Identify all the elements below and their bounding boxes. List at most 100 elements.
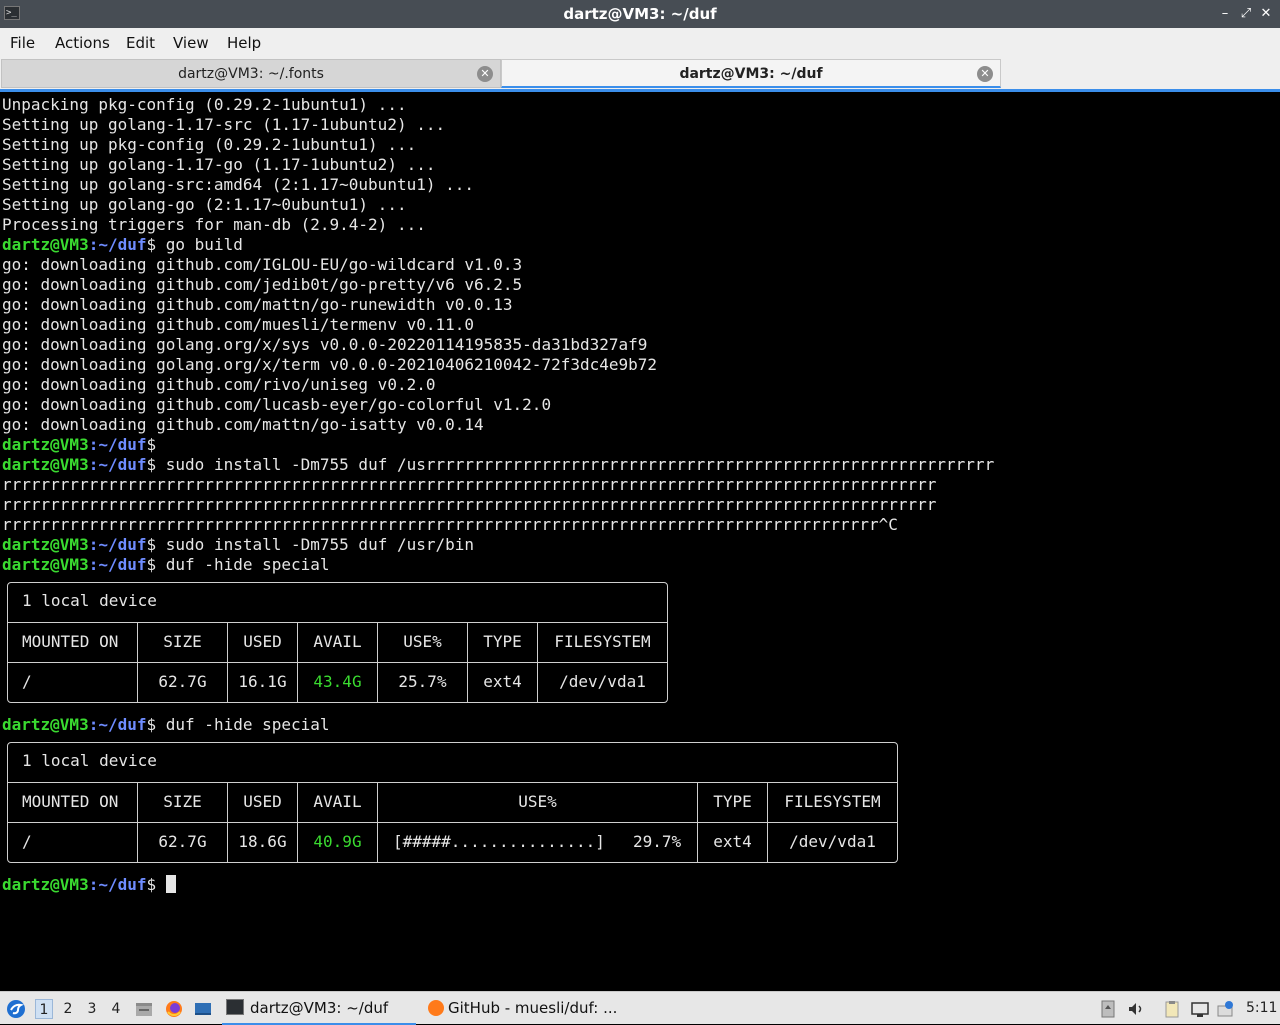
notification-icon[interactable] [1217,1000,1235,1018]
output-line: go: downloading golang.org/x/sys v0.0.0-… [2,335,648,354]
network-icon[interactable] [1191,1000,1209,1018]
close-window-button[interactable]: ✕ [1257,5,1275,23]
cell-avail: 43.4G [313,672,362,691]
output-line: go: downloading github.com/IGLOU-EU/go-w… [2,255,523,274]
prompt-path: :~/duf [88,435,147,454]
cell-used: 18.6G [238,832,287,851]
header-type: TYPE [713,792,752,811]
cell-filesystem: /dev/vda1 [789,832,876,851]
tab-fonts[interactable]: dartz@VM3: ~/.fonts ✕ [1,59,501,88]
clock[interactable]: 5:11 [1246,992,1277,1025]
table-title: 1 local device [22,591,157,610]
header-type: TYPE [483,632,522,651]
cell-size: 62.7G [158,672,207,691]
table-title: 1 local device [22,751,157,770]
prompt-line[interactable]: dartz@VM3:~/duf$ [2,875,176,895]
menu-bar: File Actions Edit View Help [0,28,1280,58]
header-filesystem: FILESYSTEM [554,632,651,651]
header-use-pct: USE% [518,792,557,811]
header-mounted-on: MOUNTED ON [22,792,119,811]
prompt-user: dartz@VM3 [2,535,89,554]
header-mounted-on: MOUNTED ON [22,632,119,651]
header-size: SIZE [163,632,202,651]
desktop-icon[interactable] [194,1000,212,1018]
terminal-view[interactable]: Unpacking pkg-config (0.29.2-1ubuntu1) .… [0,89,1280,991]
duf-table-1: 1 local device MOUNTED ON SIZE USED AVAI… [7,582,668,703]
file-manager-icon[interactable] [135,1000,153,1018]
menu-edit[interactable]: Edit [126,28,155,58]
menu-view[interactable]: View [173,28,209,58]
prompt-line: dartz@VM3:~/duf$ sudo install -Dm755 duf… [2,455,994,475]
prompt-user: dartz@VM3 [2,715,89,734]
cell-type: ext4 [483,672,522,691]
divider [8,782,897,783]
prompt-user: dartz@VM3 [2,875,89,894]
minimize-button[interactable]: – [1216,5,1234,23]
prompt-dollar: $ [146,535,157,554]
prompt-line: dartz@VM3:~/duf$ sudo install -Dm755 duf… [2,535,474,555]
task-browser[interactable]: GitHub - muesli/duf: ... [424,994,644,1023]
wrapped-line: rrrrrrrrrrrrrrrrrrrrrrrrrrrrrrrrrrrrrrrr… [2,515,898,534]
tray-removable-icon[interactable] [1099,1000,1117,1018]
title-bar: >_ dartz@VM3: ~/duf – ⤢ ✕ [0,0,1280,28]
firefox-icon[interactable] [165,1000,183,1018]
cell-filesystem: /dev/vda1 [559,672,646,691]
workspace-1[interactable]: 1 [35,999,53,1019]
terminal-task-icon [226,999,244,1015]
cell-mount: / [22,672,32,691]
workspace-2[interactable]: 2 [59,999,77,1019]
header-avail: AVAIL [313,632,362,651]
command-text [156,875,166,894]
output-line: go: downloading github.com/mattn/go-rune… [2,295,513,314]
prompt-line: dartz@VM3:~/duf$ duf -hide special [2,555,330,575]
header-size: SIZE [163,792,202,811]
menu-help[interactable]: Help [227,28,261,58]
output-line: Setting up golang-1.17-go (1.17-1ubuntu2… [2,155,436,174]
maximize-button[interactable]: ⤢ [1237,5,1255,23]
divider [8,822,897,823]
output-line: go: downloading github.com/rivo/uniseg v… [2,375,436,394]
tab-duf[interactable]: dartz@VM3: ~/duf ✕ [501,59,1001,88]
prompt-path: :~/duf [88,875,147,894]
header-filesystem: FILESYSTEM [784,792,881,811]
cell-size: 62.7G [158,832,207,851]
prompt-line: dartz@VM3:~/duf$ go build [2,235,243,255]
output-line: Setting up golang-1.17-src (1.17-1ubuntu… [2,115,446,134]
tab-close-icon[interactable]: ✕ [977,66,993,82]
prompt-user: dartz@VM3 [2,435,89,454]
output-line: Unpacking pkg-config (0.29.2-1ubuntu1) .… [2,95,407,114]
workspace-3[interactable]: 3 [83,999,101,1019]
prompt-line: dartz@VM3:~/duf$ duf -hide special [2,715,330,735]
clipboard-icon[interactable] [1163,1000,1181,1018]
cell-use-pct: 29.7% [633,832,682,851]
start-menu-icon[interactable] [6,999,26,1019]
output-line: go: downloading github.com/lucasb-eyer/g… [2,395,552,414]
prompt-path: :~/duf [88,235,147,254]
workspace-4[interactable]: 4 [107,999,125,1019]
task-label: GitHub - muesli/duf: ... [448,999,618,1017]
prompt-user: dartz@VM3 [2,555,89,574]
tab-label: dartz@VM3: ~/.fonts [178,66,324,82]
output-line: go: downloading github.com/muesli/termen… [2,315,475,334]
tab-bar: dartz@VM3: ~/.fonts ✕ dartz@VM3: ~/duf ✕ [0,58,1280,89]
text-cursor [165,875,176,893]
firefox-task-icon [428,1000,444,1016]
menu-actions[interactable]: Actions [55,28,110,58]
cell-use-pct: 25.7% [398,672,447,691]
output-line: Setting up golang-go (2:1.17~0ubuntu1) .… [2,195,407,214]
usage-bar: [#####...............] [393,832,605,851]
task-label: dartz@VM3: ~/duf [250,999,389,1017]
task-terminal[interactable]: dartz@VM3: ~/duf [222,994,416,1025]
output-line: Setting up pkg-config (0.29.2-1ubuntu1) … [2,135,417,154]
volume-icon[interactable] [1127,1000,1145,1018]
output-line: Setting up golang-src:amd64 (2:1.17~0ubu… [2,175,475,194]
prompt-path: :~/duf [88,455,147,474]
prompt-dollar: $ [146,455,157,474]
cell-mount: / [22,832,32,851]
prompt-user: dartz@VM3 [2,235,89,254]
taskbar: 1 2 3 4 dartz@VM3: ~/duf GitHub - muesli… [0,991,1280,1025]
menu-file[interactable]: File [10,28,35,58]
command-text: go build [156,235,243,254]
header-avail: AVAIL [313,792,362,811]
tab-close-icon[interactable]: ✕ [477,66,493,82]
